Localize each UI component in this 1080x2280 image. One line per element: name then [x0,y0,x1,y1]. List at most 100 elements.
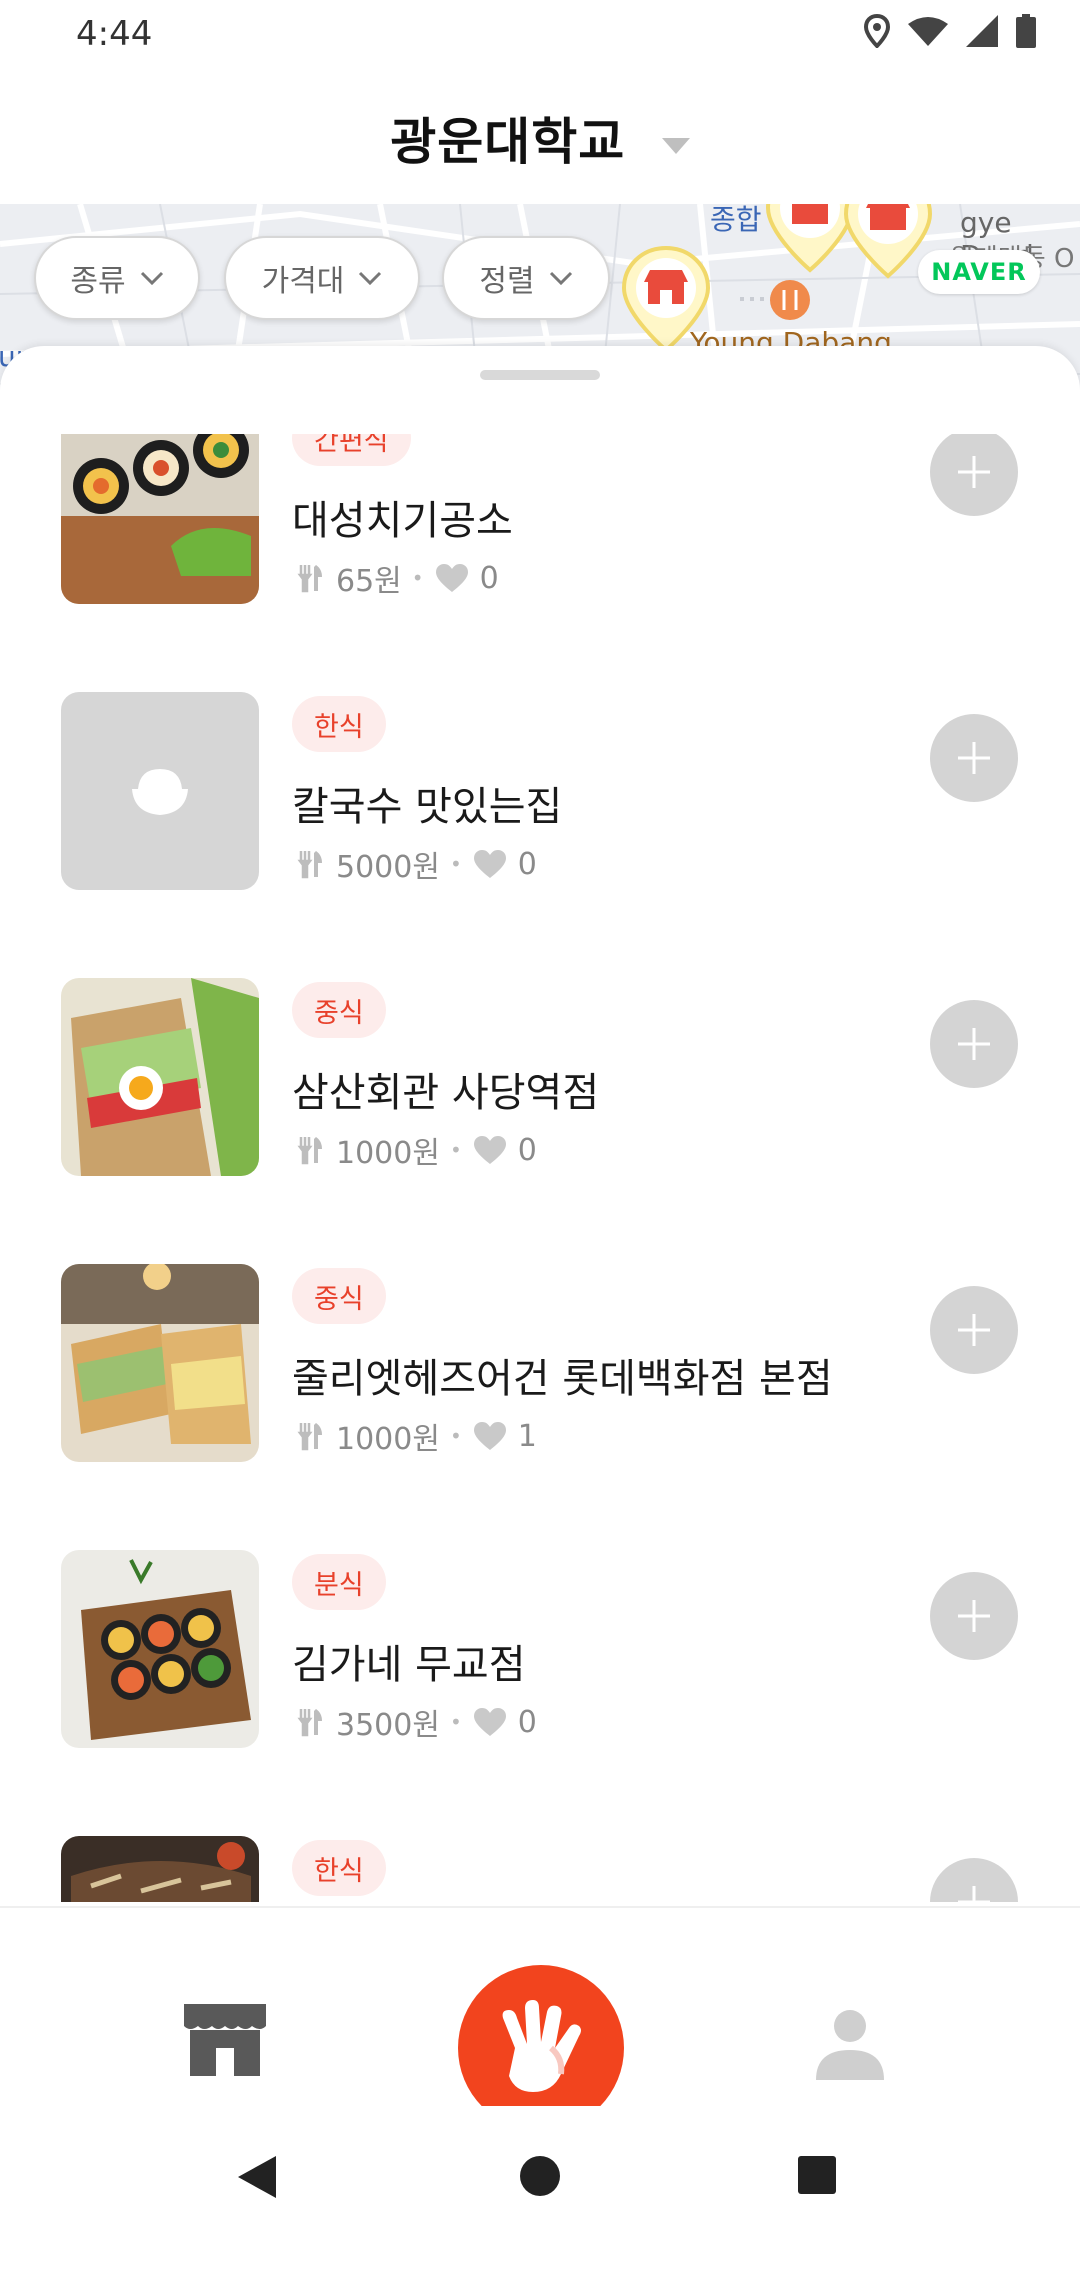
heart-icon [473,1136,506,1164]
restaurant-meta: 1000원 • 1 [296,1414,537,1458]
nav-profile[interactable] [812,2008,888,2086]
back-icon[interactable] [236,2154,280,2200]
naver-logo: NAVER [918,250,1040,294]
separator-dot: • [449,1424,462,1448]
like-count: 0 [479,560,499,596]
restaurant-name: 칼국수 맛있는집 [292,784,563,830]
nav-store[interactable] [180,2000,270,2084]
chevron-down-icon [140,271,163,285]
add-button[interactable] [930,434,1018,516]
filter-price-label: 가격대 [261,264,345,299]
bottom-nav [0,1906,1080,2131]
heart-icon [473,1708,506,1736]
filter-type-chip[interactable]: 종류 [34,236,200,320]
filter-sort-chip[interactable]: 정렬 [442,236,610,320]
home-icon[interactable] [518,2154,562,2198]
status-bar: 4:44 [0,0,1080,70]
utensils-icon [297,1137,322,1165]
separator-dot: • [449,1710,462,1734]
system-nav [0,2106,1080,2280]
like-count: 1 [517,1418,537,1454]
separator-dot: • [449,852,462,876]
list-item[interactable]: 중식 줄리엣헤즈어건 롯데백화점 본점 1000원 • 1 [0,1264,1080,1550]
restaurant-thumbnail [61,1836,259,1902]
heart-icon [473,850,506,878]
restaurant-poi-icon [770,280,810,320]
heart-icon [473,1422,506,1450]
map-label-top: 종합 [710,204,762,236]
chevron-down-icon [359,271,382,285]
price-text: 65원 [336,564,402,599]
store-icon [184,2004,266,2076]
category-badge: 분식 [292,1554,386,1610]
restaurant-name: 김가네 무교점 [292,1642,526,1688]
restaurant-meta: 3500원 • 0 [296,1700,537,1744]
like-count: 0 [517,1132,537,1168]
add-button[interactable] [930,1572,1018,1660]
restaurant-meta: 1000원 • 0 [296,1128,537,1172]
signal-icon [966,15,998,47]
add-button[interactable] [930,1858,1018,1902]
location-icon [864,14,890,48]
chevron-down-icon [549,271,572,285]
utensils-icon [297,1423,322,1451]
plus-icon [958,1600,990,1632]
header: 광운대학교 [0,70,1080,204]
plus-icon [958,1886,990,1902]
restaurant-meta: 5000원 • 0 [296,842,537,886]
profile-icon [816,2010,884,2080]
plus-icon [958,456,990,488]
location-selector[interactable]: 광운대학교 [0,102,1080,174]
restaurant-thumbnail [61,692,259,890]
restaurant-list[interactable]: 간편식 대성치기공소 65원 • 0 한식 칼국수 맛있는집 5000원 • 0… [0,434,1080,1902]
price-text: 1000원 [336,1422,440,1457]
location-title: 광운대학교 [390,113,626,171]
list-item[interactable]: 분식 김가네 무교점 3500원 • 0 [0,1550,1080,1836]
filter-type-label: 종류 [70,264,126,299]
status-time: 4:44 [76,14,153,54]
filter-price-chip[interactable]: 가격대 [224,236,420,320]
separator-dot: • [449,1138,462,1162]
restaurant-thumbnail [61,434,259,604]
plus-icon [958,742,990,774]
filter-sort-label: 정렬 [479,264,535,299]
add-button[interactable] [930,1286,1018,1374]
price-text: 5000원 [336,850,440,885]
category-badge: 간편식 [292,434,411,466]
restaurant-name: 삼산회관 사당역점 [292,1070,600,1116]
list-item[interactable]: 한식 [0,1836,1080,1902]
restaurant-name: 줄리엣헤즈어건 롯데백화점 본점 [292,1356,833,1402]
battery-icon [1016,14,1036,48]
restaurant-thumbnail [61,978,259,1176]
status-icons [864,14,1036,48]
restaurant-sheet[interactable]: 간편식 대성치기공소 65원 • 0 한식 칼국수 맛있는집 5000원 • 0… [0,346,1080,1906]
add-button[interactable] [930,714,1018,802]
like-count: 0 [517,846,537,882]
category-badge: 중식 [292,982,386,1038]
like-count: 0 [517,1704,537,1740]
heart-icon [435,564,468,592]
map-marker-icon[interactable] [620,244,712,354]
price-text: 1000원 [336,1136,440,1171]
utensils-icon [297,565,322,593]
utensils-icon [297,851,322,879]
recents-icon[interactable] [796,2154,838,2196]
utensils-icon [297,1709,322,1737]
add-button[interactable] [930,1000,1018,1088]
hand-icon [502,2000,581,2092]
rice-bowl-icon [132,769,188,815]
price-text: 3500원 [336,1708,440,1743]
caret-down-icon [661,137,690,154]
category-badge: 한식 [292,696,386,752]
plus-icon [958,1028,990,1060]
list-item[interactable]: 한식 칼국수 맛있는집 5000원 • 0 [0,692,1080,978]
sheet-drag-handle[interactable] [480,370,600,380]
restaurant-thumbnail [61,1550,259,1748]
restaurant-name: 대성치기공소 [292,498,513,544]
restaurant-meta: 65원 • 0 [296,556,499,600]
category-badge: 한식 [292,1840,386,1896]
wifi-icon [908,17,948,46]
list-item[interactable]: 간편식 대성치기공소 65원 • 0 [0,434,1080,692]
separator-dot: • [411,566,424,590]
list-item[interactable]: 중식 삼산회관 사당역점 1000원 • 0 [0,978,1080,1264]
